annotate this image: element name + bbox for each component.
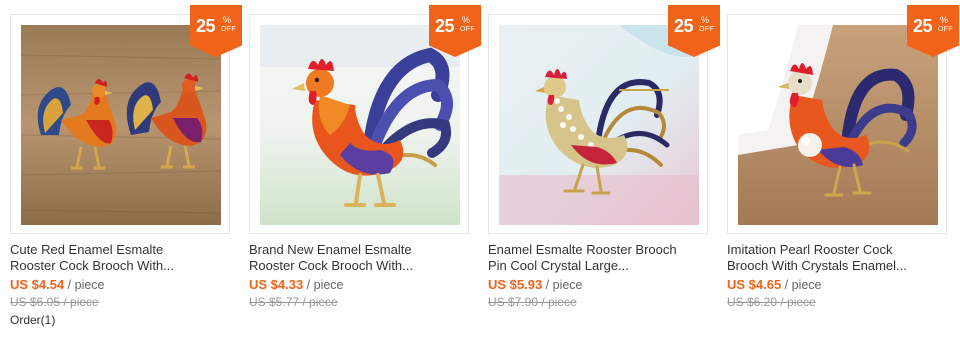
discount-percent-sign: % (462, 15, 471, 25)
discount-percent: 25 (435, 16, 455, 36)
product-title-link[interactable]: Cute Red Enamel Esmalte Rooster Cock Bro… (10, 242, 232, 274)
product-price: US $4.33 / piece (249, 277, 344, 293)
original-price: US $6.05 / piece (10, 295, 99, 309)
product-title-line[interactable]: Rooster Cock Brooch With... (249, 258, 471, 274)
product-title-link[interactable]: Enamel Esmalte Rooster Brooch Pin Cool C… (488, 242, 710, 274)
product-title-line[interactable]: Cute Red Enamel Esmalte (10, 242, 232, 258)
product-card[interactable]: 25 % OFF Enamel Esmalte Rooster Brooch P… (488, 5, 720, 334)
discount-off-label: OFF (221, 26, 236, 33)
product-title-line[interactable]: Imitation Pearl Rooster Cock (727, 242, 949, 258)
original-price: US $5.77 / piece (249, 295, 338, 309)
discount-percent-sign: % (223, 15, 232, 25)
discount-badge: 25 % OFF (907, 5, 959, 57)
product-title-line[interactable]: Enamel Esmalte Rooster Brooch (488, 242, 710, 258)
discount-percent-sign: % (940, 15, 949, 25)
discount-badge: 25 % OFF (668, 5, 720, 57)
order-count: Order(1) (10, 313, 56, 327)
original-price: US $7.90 / piece (488, 295, 577, 309)
current-price: US $5.93 (488, 277, 543, 292)
discount-badge: 25 % OFF (190, 5, 242, 57)
price-unit: / piece (781, 278, 822, 292)
discount-percent: 25 (913, 16, 933, 36)
product-price: US $5.93 / piece (488, 277, 583, 293)
price-unit: / piece (542, 278, 583, 292)
product-title-line[interactable]: Rooster Cock Brooch With... (10, 258, 232, 274)
discount-percent-sign: % (701, 15, 710, 25)
price-unit: / piece (303, 278, 344, 292)
product-title-line[interactable]: Brand New Enamel Esmalte (249, 242, 471, 258)
discount-off-label: OFF (699, 26, 714, 33)
product-title-line[interactable]: Brooch With Crystals Enamel... (727, 258, 949, 274)
product-card[interactable]: 25 % OFF Brand New Enamel Esmalte Rooste… (249, 5, 481, 334)
current-price: US $4.33 (249, 277, 304, 292)
product-title-link[interactable]: Brand New Enamel Esmalte Rooster Cock Br… (249, 242, 471, 274)
product-card[interactable]: 25 % OFF Cute Red Enamel Esmalte Rooster… (10, 5, 242, 334)
discount-off-label: OFF (460, 26, 475, 33)
discount-off-label: OFF (938, 26, 953, 33)
product-title-line[interactable]: Pin Cool Crystal Large... (488, 258, 710, 274)
current-price: US $4.54 (10, 277, 65, 292)
discount-percent: 25 (196, 16, 216, 36)
product-card[interactable]: 25 % OFF Imitation Pearl Rooster Cock Br… (727, 5, 959, 334)
price-unit: / piece (64, 278, 105, 292)
product-price: US $4.54 / piece (10, 277, 105, 293)
original-price: US $6.20 / piece (727, 295, 816, 309)
current-price: US $4.65 (727, 277, 782, 292)
product-title-link[interactable]: Imitation Pearl Rooster Cock Brooch With… (727, 242, 949, 274)
discount-badge: 25 % OFF (429, 5, 481, 57)
product-price: US $4.65 / piece (727, 277, 822, 293)
product-grid: 25 % OFF Cute Red Enamel Esmalte Rooster… (0, 0, 960, 342)
discount-percent: 25 (674, 16, 694, 36)
